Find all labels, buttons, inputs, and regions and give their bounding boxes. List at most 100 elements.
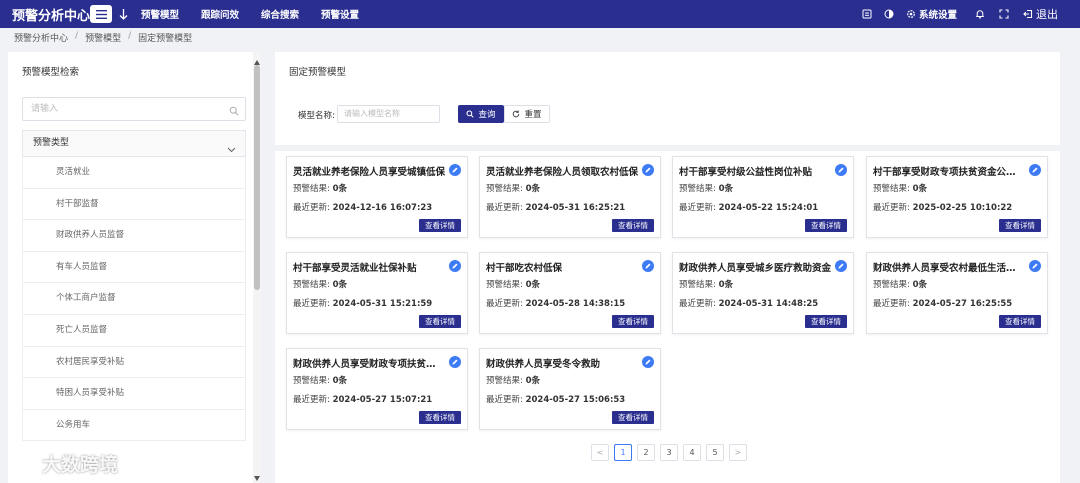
card-title: 村干部享受灵活就业社保补贴 xyxy=(293,263,417,274)
card-result-row: 预警结果: 0条 xyxy=(679,182,733,194)
card-title: 财政供养人员享受财政专项扶贫资金… xyxy=(293,359,445,370)
model-card: 灵活就业养老保险人员领取农村低保 预警结果: 0条 最近更新: 2024-05-31… xyxy=(479,156,661,238)
view-detail-button[interactable]: 查看详情 xyxy=(805,315,847,328)
logout-icon xyxy=(1023,9,1033,19)
edit-icon[interactable] xyxy=(449,164,461,176)
gear-icon xyxy=(907,10,915,18)
system-settings-label: 系统设置 xyxy=(918,10,957,21)
update-label: 最近更新: xyxy=(873,299,910,309)
reset-button[interactable]: 重置 xyxy=(504,105,550,123)
breadcrumb-item-home[interactable]: 预警分析中心 xyxy=(14,31,68,44)
update-time: 2024-05-27 16:25:55 xyxy=(912,299,1013,309)
prev-page-button[interactable]: < xyxy=(591,444,609,461)
breadcrumb-item-model[interactable]: 预警模型 xyxy=(85,31,121,44)
document-icon[interactable] xyxy=(862,9,872,19)
page-button-2[interactable]: 2 xyxy=(637,444,655,461)
page-button-5[interactable]: 5 xyxy=(706,444,724,461)
search-icon[interactable] xyxy=(229,103,239,125)
edit-icon[interactable] xyxy=(449,356,461,368)
type-item-individual-business[interactable]: 个体工商户监督 xyxy=(22,283,246,315)
next-page-button[interactable]: > xyxy=(729,444,747,461)
type-item-deceased[interactable]: 死亡人员监督 xyxy=(22,314,246,347)
update-time: 2024-05-27 15:07:21 xyxy=(332,395,433,405)
scroll-down-icon[interactable] xyxy=(254,471,260,483)
panel-title: 固定预警模型 xyxy=(289,67,347,78)
card-update-row: 最近更新: 2024-05-28 14:38:15 xyxy=(486,297,625,309)
model-card: 村干部享受财政专项扶贫资金公益性… 预警结果: 0条 最近更新: 2025-02-2… xyxy=(866,156,1048,238)
type-item-village-cadre[interactable]: 村干部监督 xyxy=(22,188,246,221)
nav-item-warning-model[interactable]: 预警模型 xyxy=(141,7,179,21)
warning-type-dropdown[interactable]: 预警类型 xyxy=(22,130,246,157)
update-time: 2024-05-27 15:06:53 xyxy=(525,395,626,405)
edit-icon[interactable] xyxy=(449,260,461,272)
fullscreen-icon[interactable] xyxy=(999,9,1009,19)
view-detail-button[interactable]: 查看详情 xyxy=(419,219,461,232)
update-label: 最近更新: xyxy=(486,299,523,309)
update-label: 最近更新: xyxy=(679,203,716,213)
type-item-financial-staff[interactable]: 财政供养人员监督 xyxy=(22,220,246,252)
edit-icon[interactable] xyxy=(1029,164,1041,176)
model-card: 村干部享受村级公益性岗位补贴 预警结果: 0条 最近更新: 2024-05-22 1… xyxy=(672,156,854,238)
type-item-flexible-employment[interactable]: 灵活就业 xyxy=(22,157,246,189)
left-panel-scrollbar[interactable] xyxy=(253,52,261,483)
system-settings-button[interactable]: 系统设置 xyxy=(906,7,957,21)
update-time: 2024-05-31 14:48:25 xyxy=(718,299,819,309)
breadcrumb: 预警分析中心 / 预警模型 / 固定预警模型 xyxy=(14,31,192,44)
search-input[interactable]: 请输入 xyxy=(22,97,246,121)
card-update-row: 最近更新: 2024-12-16 16:07:23 xyxy=(293,201,432,213)
model-card: 村干部享受灵活就业社保补贴 预警结果: 0条 最近更新: 2024-05-31 15… xyxy=(286,252,468,334)
view-detail-button[interactable]: 查看详情 xyxy=(612,315,654,328)
arrow-down-icon[interactable] xyxy=(117,7,129,21)
top-right-tools: 系统设置 退出 xyxy=(850,0,1058,28)
edit-icon[interactable] xyxy=(835,164,847,176)
edit-icon[interactable] xyxy=(642,260,654,272)
view-detail-button[interactable]: 查看详情 xyxy=(419,411,461,424)
warning-type-list: 灵活就业 村干部监督 财政供养人员监督 有车人员监督 个体工商户监督 死亡人员监… xyxy=(22,157,246,442)
result-value: 0条 xyxy=(912,184,927,194)
result-label: 预警结果: xyxy=(293,280,330,290)
main-nav: 预警模型 跟踪问效 综合搜索 预警设置 xyxy=(141,7,381,21)
scroll-thumb[interactable] xyxy=(254,65,260,290)
result-label: 预警结果: xyxy=(486,280,523,290)
watermark-text: 大数跨境 xyxy=(42,454,119,476)
result-label: 预警结果: xyxy=(486,184,523,194)
theme-icon[interactable] xyxy=(884,9,894,19)
card-result-row: 预警结果: 0条 xyxy=(486,182,540,194)
view-detail-button[interactable]: 查看详情 xyxy=(419,315,461,328)
page-button-3[interactable]: 3 xyxy=(660,444,678,461)
edit-icon[interactable] xyxy=(642,164,654,176)
page-button-1[interactable]: 1 xyxy=(614,444,632,461)
view-detail-button[interactable]: 查看详情 xyxy=(612,219,654,232)
model-search-panel: 预警模型检索 请输入 预警类型 灵活就业 村干部监督 财政供养人员监督 有车人员… xyxy=(8,52,260,483)
card-title: 财政供养人员享受冬令救助 xyxy=(486,359,601,370)
nav-item-tracking[interactable]: 跟踪问效 xyxy=(201,7,239,21)
nav-item-warning-settings[interactable]: 预警设置 xyxy=(321,7,359,21)
nav-item-search[interactable]: 综合搜索 xyxy=(261,7,299,21)
model-card: 财政供养人员享受冬令救助 预警结果: 0条 最近更新: 2024-05-27 15:… xyxy=(479,348,661,430)
view-detail-button[interactable]: 查看详情 xyxy=(805,219,847,232)
query-button[interactable]: 查询 xyxy=(458,105,504,123)
model-name-input[interactable]: 请输入模型名称 xyxy=(337,105,440,123)
edit-icon[interactable] xyxy=(835,260,847,272)
type-item-poverty-subsidy[interactable]: 特困人员享受补贴 xyxy=(22,378,246,410)
page-button-4[interactable]: 4 xyxy=(683,444,701,461)
type-item-car-owners[interactable]: 有车人员监督 xyxy=(22,251,246,284)
logout-button[interactable]: 退出 xyxy=(1023,6,1058,22)
view-detail-button[interactable]: 查看详情 xyxy=(999,315,1041,328)
model-name-label: 模型名称: xyxy=(298,111,335,121)
view-detail-button[interactable]: 查看详情 xyxy=(999,219,1041,232)
edit-icon[interactable] xyxy=(642,356,654,368)
result-label: 预警结果: xyxy=(873,184,910,194)
pagination: < 1 2 3 4 5 > xyxy=(591,444,752,461)
menu-toggle-button[interactable] xyxy=(90,5,112,23)
update-label: 最近更新: xyxy=(486,395,523,405)
result-label: 预警结果: xyxy=(873,280,910,290)
result-value: 0条 xyxy=(912,280,927,290)
type-item-official-car[interactable]: 公务用车 xyxy=(22,409,246,442)
edit-icon[interactable] xyxy=(1029,260,1041,272)
view-detail-button[interactable]: 查看详情 xyxy=(612,411,654,424)
bell-icon[interactable] xyxy=(975,9,985,19)
panel-title: 预警模型检索 xyxy=(22,67,80,78)
type-item-rural-subsidy[interactable]: 农村居民享受补贴 xyxy=(22,346,246,379)
model-card: 财政供养人员享受财政专项扶贫资金… 预警结果: 0条 最近更新: 2024-05-2… xyxy=(286,348,468,430)
